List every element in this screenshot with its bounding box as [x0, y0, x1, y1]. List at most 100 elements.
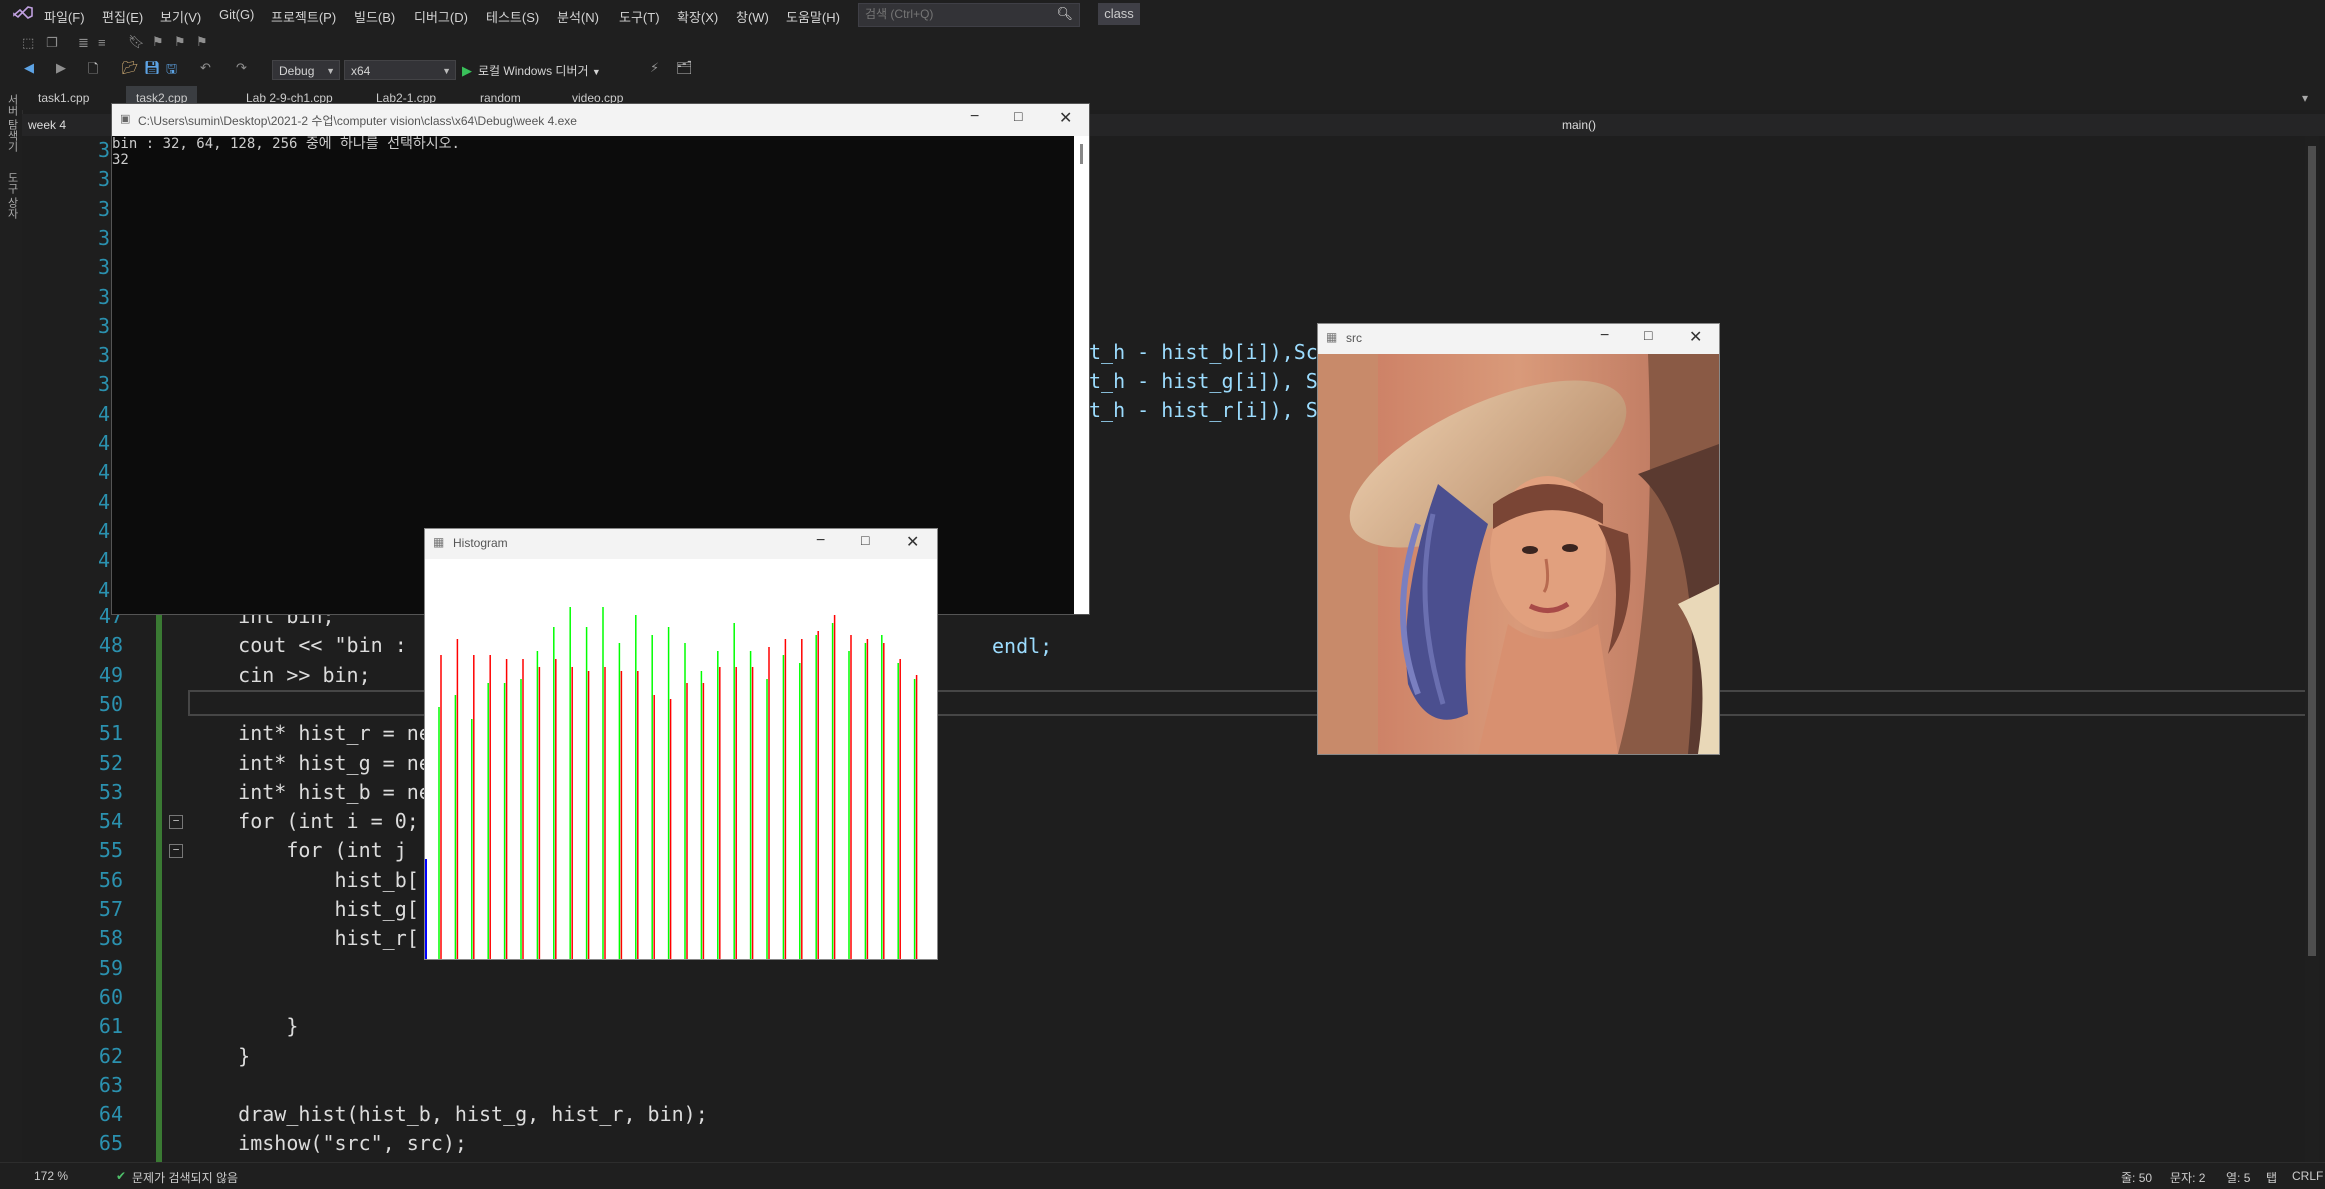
menu-window[interactable]: 창(W): [736, 7, 769, 26]
code-line[interactable]: hist_r[: [190, 926, 418, 950]
undo-icon[interactable]: ↶: [200, 60, 211, 76]
menu-tools[interactable]: 도구(T): [619, 7, 660, 26]
code-line[interactable]: int* hist_g = ne: [190, 751, 431, 775]
config-value: Debug: [279, 64, 315, 78]
menu-file[interactable]: 파일(F): [44, 7, 85, 26]
code-line[interactable]: cin >> bin;: [190, 663, 370, 687]
code-line[interactable]: }: [190, 1014, 298, 1038]
line-ending[interactable]: CRLF: [2292, 1169, 2323, 1183]
config-dropdown[interactable]: Debug ▼: [272, 60, 340, 80]
console-line: 32: [112, 152, 129, 168]
line-number: 54: [98, 809, 123, 834]
maximize-icon[interactable]: □: [1644, 327, 1652, 343]
line-number: 3: [97, 313, 110, 338]
menu-view[interactable]: 보기(V): [160, 7, 201, 26]
solution-explorer-icon[interactable]: 🗂︎: [676, 60, 693, 76]
menu-build[interactable]: 빌드(B): [354, 7, 395, 26]
bookmark-prev-icon[interactable]: ⚑: [152, 34, 164, 50]
line-number: 59: [98, 955, 123, 980]
line-number: 51: [98, 721, 123, 746]
console-scroll-thumb[interactable]: [1080, 144, 1083, 164]
search-input[interactable]: [859, 4, 1061, 24]
line-number: 52: [98, 750, 123, 775]
console-scrollbar[interactable]: [1074, 136, 1089, 614]
code-line[interactable]: imshow("src", src);: [190, 1131, 467, 1155]
member-dropdown[interactable]: main(): [1562, 114, 1596, 136]
line-number: 3: [97, 225, 110, 250]
issues-status[interactable]: 문제가 검색되지 않음: [132, 1169, 238, 1186]
zoom-level[interactable]: 172 %: [34, 1169, 68, 1183]
chevron-down-icon: ▼: [326, 66, 335, 76]
new-project-icon[interactable]: 🗋︎: [88, 60, 98, 82]
align-icon[interactable]: ≣: [78, 35, 89, 51]
project-dropdown[interactable]: week 4: [28, 114, 66, 136]
code-line[interactable]: int* hist_r = ne: [190, 721, 431, 745]
search-box[interactable]: 🔍︎: [858, 3, 1080, 27]
line-number: 4: [97, 548, 110, 573]
tab-task1[interactable]: task1.cpp: [28, 86, 99, 110]
visual-studio-logo-icon[interactable]: [12, 6, 34, 24]
line-number: 3: [97, 372, 110, 397]
close-icon[interactable]: ✕: [906, 532, 919, 552]
format-icon[interactable]: ≡: [98, 35, 106, 50]
code-line[interactable]: draw_hist(hist_b, hist_g, hist_r, bin);: [190, 1102, 708, 1126]
code-line[interactable]: for (int i = 0;: [190, 809, 419, 833]
toolbox-tab[interactable]: 도구 상자: [4, 172, 20, 219]
menu-edit[interactable]: 편집(E): [102, 7, 143, 26]
minimize-icon[interactable]: −: [970, 108, 979, 126]
hot-reload-icon[interactable]: ⚡: [650, 60, 659, 76]
menu-analyze[interactable]: 분석(N): [557, 7, 599, 26]
histogram-titlebar[interactable]: ▦ Histogram − □ ✕: [425, 529, 937, 559]
platform-dropdown[interactable]: x64 ▼: [344, 60, 456, 80]
run-label: 로컬 Windows 디버거: [478, 64, 589, 78]
histogram-window[interactable]: ▦ Histogram − □ ✕: [425, 529, 937, 959]
bookmark-next-icon[interactable]: ⚑: [174, 34, 186, 50]
menu-project[interactable]: 프로젝트(P): [271, 7, 336, 26]
search-icon[interactable]: 🔍︎: [1056, 6, 1073, 22]
code-line[interactable]: hist_b[: [190, 868, 418, 892]
status-bar: 172 % ✔ 문제가 검색되지 않음 줄: 50 문자: 2 열: 5 탭 C…: [0, 1162, 2325, 1189]
menu-git[interactable]: Git(G): [219, 7, 254, 22]
code-line[interactable]: hist_g[: [190, 897, 418, 921]
tab-overflow-icon[interactable]: ▾: [2292, 86, 2318, 110]
navigate-back-icon[interactable]: ◀: [24, 60, 34, 76]
console-app-icon: ▣: [120, 113, 131, 125]
menu-test[interactable]: 테스트(S): [486, 7, 539, 26]
save-icon[interactable]: 💾︎: [144, 60, 161, 76]
open-folder-icon[interactable]: 📂︎: [122, 60, 139, 76]
editor-scrollbar[interactable]: [2305, 136, 2319, 1162]
save-all-icon[interactable]: 🖫︎: [166, 60, 177, 82]
scrollbar-thumb[interactable]: [2308, 146, 2316, 956]
minimize-icon[interactable]: −: [816, 532, 825, 550]
start-debugging-button[interactable]: ▶ 로컬 Windows 디버거 ▼: [462, 60, 601, 82]
console-titlebar[interactable]: ▣ C:\Users\sumin\Desktop\2021-2 수업\compu…: [112, 104, 1089, 136]
src-titlebar[interactable]: ▦ src − □ ✕: [1318, 324, 1719, 354]
maximize-icon[interactable]: □: [861, 532, 869, 548]
menu-debug[interactable]: 디버그(D): [414, 7, 468, 26]
bookmark-clear-icon[interactable]: ⚑: [196, 34, 208, 50]
src-image-window[interactable]: ▦ src − □ ✕: [1318, 324, 1719, 754]
minimize-icon[interactable]: −: [1600, 327, 1609, 345]
chevron-down-icon[interactable]: ▼: [592, 67, 601, 77]
fold-toggle-icon[interactable]: −: [169, 844, 183, 858]
close-icon[interactable]: ✕: [1059, 108, 1072, 128]
line-number: 3: [97, 167, 110, 192]
close-icon[interactable]: ✕: [1689, 327, 1702, 347]
navigate-forward-icon[interactable]: ▶: [56, 60, 66, 76]
server-explorer-tab[interactable]: 서버 탐색기: [4, 94, 20, 152]
fold-toggle-icon[interactable]: −: [169, 815, 183, 829]
line-number: 63: [98, 1072, 123, 1097]
indent-mode[interactable]: 탭: [2266, 1169, 2277, 1186]
copy-icon[interactable]: ❐: [46, 35, 58, 51]
code-line[interactable]: cout << "bin :: [190, 633, 419, 657]
code-line[interactable]: int* hist_b = ne: [190, 780, 431, 804]
selection-tool-icon[interactable]: ⬚: [22, 35, 34, 51]
code-line[interactable]: }: [190, 1044, 250, 1068]
code-line[interactable]: for (int j: [190, 838, 419, 862]
redo-icon[interactable]: ↷: [236, 60, 247, 76]
menu-help[interactable]: 도움말(H): [786, 7, 840, 26]
bookmark-icon[interactable]: 🔖︎: [128, 34, 145, 50]
menu-extensions[interactable]: 확장(X): [677, 7, 718, 26]
solution-name-badge[interactable]: class: [1098, 3, 1140, 25]
maximize-icon[interactable]: □: [1014, 108, 1022, 124]
